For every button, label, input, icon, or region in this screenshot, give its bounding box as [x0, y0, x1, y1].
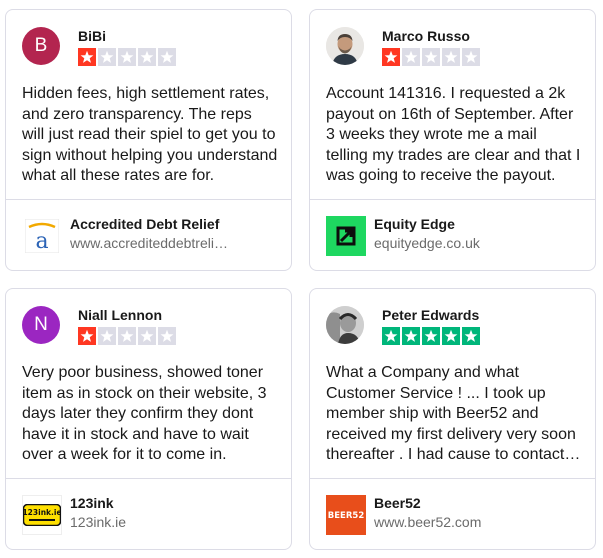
star-rating: [78, 48, 176, 66]
star-filled-icon: [78, 327, 96, 345]
star-filled-icon: [402, 327, 420, 345]
reviewer-photo-icon: [326, 306, 364, 344]
avatar: N: [22, 306, 60, 344]
reviewer-name: Peter Edwards: [382, 307, 480, 323]
business-url[interactable]: 123ink.ie: [70, 514, 230, 530]
star-rating: [78, 327, 176, 345]
review-text: Account 141316. I requested a 2k payout …: [326, 85, 581, 184]
business-url[interactable]: www.beer52.com: [374, 514, 534, 530]
star-empty-icon: [158, 327, 176, 345]
business-name[interactable]: Beer52: [374, 495, 421, 511]
reviewer-name: BiBi: [78, 28, 106, 44]
reviewer-name: Marco Russo: [382, 28, 470, 44]
review-text: Hidden fees, high settlement rates, and …: [22, 85, 278, 184]
equity-edge-logo-icon[interactable]: [326, 216, 366, 256]
star-filled-icon: [382, 48, 400, 66]
avatar: [326, 27, 364, 65]
business-name[interactable]: 123ink: [70, 495, 114, 511]
business-url[interactable]: equityedge.co.uk: [374, 235, 534, 251]
avatar-initial: N: [34, 314, 48, 335]
accredited-a-logo-icon[interactable]: a: [22, 216, 62, 256]
star-rating: [382, 48, 480, 66]
reviewer-name: Niall Lennon: [78, 307, 162, 323]
star-filled-icon: [382, 327, 400, 345]
svg-text:a: a: [35, 229, 48, 253]
review-card[interactable]: Marco Russo Account 141316. I requested …: [309, 9, 596, 271]
reviewer-photo-icon: [326, 27, 364, 65]
svg-text:123ink.ie: 123ink.ie: [23, 508, 61, 517]
star-filled-icon: [462, 327, 480, 345]
star-empty-icon: [442, 48, 460, 66]
card-divider: [310, 199, 595, 200]
star-empty-icon: [118, 48, 136, 66]
business-url[interactable]: www.accrediteddebtrelief.com: [70, 235, 230, 251]
review-text: What a Company and what Customer Service…: [326, 364, 576, 463]
star-empty-icon: [98, 327, 116, 345]
star-empty-icon: [118, 327, 136, 345]
business-name[interactable]: Accredited Debt Relief: [70, 216, 219, 232]
avatar: B: [22, 27, 60, 65]
beer52-logo-icon[interactable]: BEER52: [326, 495, 366, 535]
svg-text:BEER52: BEER52: [328, 511, 365, 521]
review-text: Very poor business, showed toner item as…: [22, 364, 267, 463]
avatar-initial: B: [34, 35, 48, 56]
card-divider: [6, 199, 291, 200]
star-empty-icon: [422, 48, 440, 66]
star-empty-icon: [98, 48, 116, 66]
business-name[interactable]: Equity Edge: [374, 216, 455, 232]
star-filled-icon: [78, 48, 96, 66]
review-card[interactable]: Peter Edwards What a Company and what Cu…: [309, 288, 596, 550]
star-empty-icon: [138, 48, 156, 66]
star-filled-icon: [422, 327, 440, 345]
avatar: [326, 306, 364, 344]
review-card[interactable]: B BiBi Hidden fees, high settlement rate…: [5, 9, 292, 271]
review-card[interactable]: N Niall Lennon Very poor business, showe…: [5, 288, 292, 550]
123ink-logo-icon[interactable]: 123ink.ie: [22, 495, 62, 535]
star-filled-icon: [442, 327, 460, 345]
star-empty-icon: [402, 48, 420, 66]
card-divider: [310, 478, 595, 479]
star-rating: [382, 327, 480, 345]
star-empty-icon: [158, 48, 176, 66]
star-empty-icon: [138, 327, 156, 345]
star-empty-icon: [462, 48, 480, 66]
card-divider: [6, 478, 291, 479]
